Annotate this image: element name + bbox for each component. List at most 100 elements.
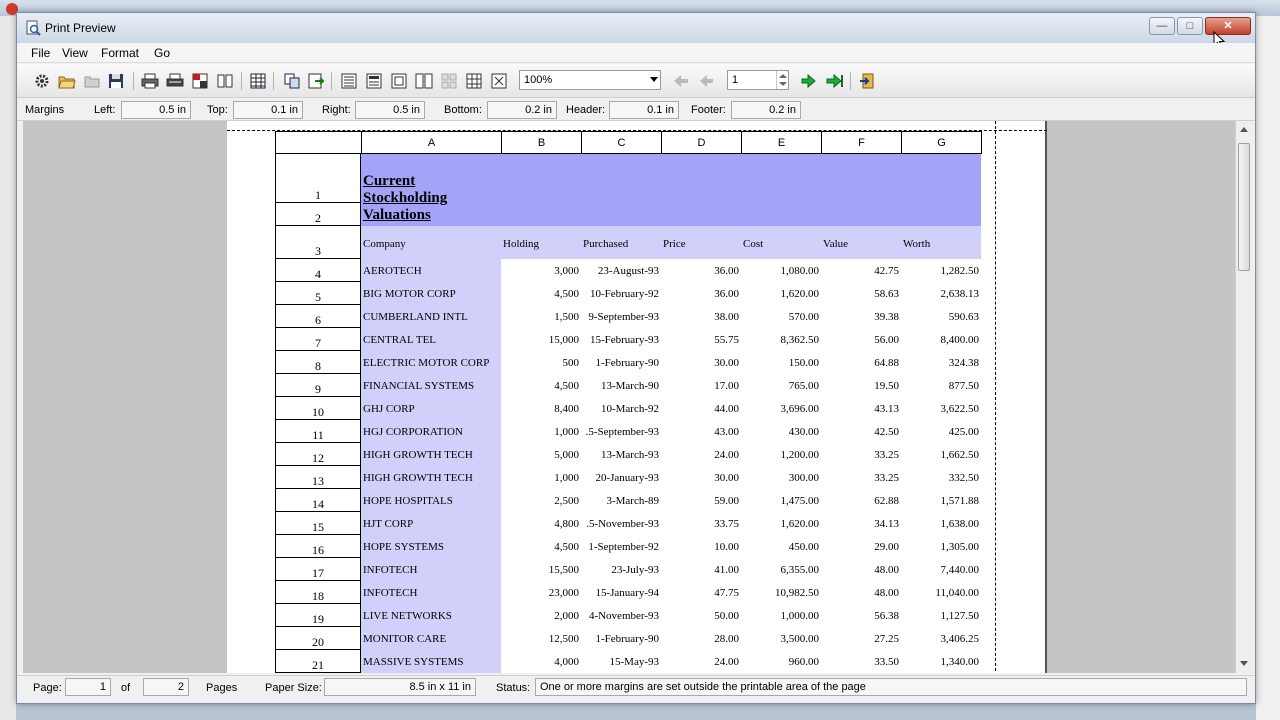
toolbar-separator <box>241 72 242 90</box>
folder-icon[interactable] <box>83 72 101 90</box>
fit-icon[interactable] <box>490 72 508 90</box>
top-margin-field[interactable]: 0.1 in <box>233 101 303 119</box>
window-title: Print Preview <box>45 21 116 35</box>
column-label-company: Company <box>363 238 406 250</box>
cell-holding: 4,500 <box>554 541 579 553</box>
print-setup-icon[interactable] <box>166 72 184 90</box>
open-icon[interactable] <box>58 72 76 90</box>
page-spinner[interactable] <box>776 71 788 89</box>
cell-value: 29.00 <box>874 541 899 553</box>
thumbnail-icon[interactable] <box>465 72 483 90</box>
spin-down-icon[interactable] <box>779 82 787 86</box>
cell-price: 24.00 <box>714 656 739 668</box>
exit-icon[interactable] <box>859 72 877 90</box>
cell-holding: 3,000 <box>554 265 579 277</box>
cell-company: FINANCIAL SYSTEMS <box>363 380 475 392</box>
print-icon[interactable] <box>141 72 159 90</box>
cell-company: MASSIVE SYSTEMS <box>363 656 464 668</box>
toolbar-separator <box>331 72 332 90</box>
cell-cost: 1,620.00 <box>780 288 820 300</box>
cell-company: BIG MOTOR CORP <box>363 288 456 300</box>
multi-page-icon[interactable] <box>440 72 458 90</box>
left-margin-field[interactable]: 0.5 in <box>121 101 191 119</box>
title-bar[interactable]: Print Preview — □ ✕ <box>17 13 1255 43</box>
header-margin-field[interactable]: 0.1 in <box>609 101 679 119</box>
prev-page-icon[interactable] <box>697 72 715 90</box>
last-page-icon[interactable] <box>825 72 843 90</box>
scrollbar-thumb[interactable] <box>1238 143 1250 271</box>
cell-holding: 1,000 <box>554 472 579 484</box>
preview-area[interactable]: Current Stockholding Valuations ABCDEFG 1… <box>23 121 1235 673</box>
cell-company: LIVE NETWORKS <box>363 610 452 622</box>
export-icon[interactable] <box>307 72 325 90</box>
vertical-scrollbar[interactable] <box>1235 121 1252 673</box>
first-page-icon[interactable] <box>672 72 690 90</box>
menu-view[interactable]: View <box>62 46 88 60</box>
cell-worth: 1,282.50 <box>940 265 980 277</box>
book-icon[interactable] <box>216 72 234 90</box>
cell-price: 50.00 <box>714 610 739 622</box>
cell-cost: 8,362.50 <box>780 334 820 346</box>
corner-header-cell <box>275 131 362 154</box>
column-label-value: Value <box>823 238 849 250</box>
right-margin-line[interactable] <box>995 121 996 673</box>
menu-format[interactable]: Format <box>101 46 139 60</box>
column-header-c: C <box>581 131 662 154</box>
cell-value: 33.50 <box>874 656 899 668</box>
cell-value: 27.25 <box>874 633 899 645</box>
toolbar: 100% 1 <box>17 64 1255 98</box>
footer-icon[interactable] <box>365 72 383 90</box>
status-bar: Page: 1 of 2 Pages Paper Size: 8.5 in x … <box>17 675 1255 699</box>
cell-purchased: .5-November-93 <box>586 518 659 530</box>
page-number-input[interactable]: 1 <box>727 70 789 90</box>
menu-file[interactable]: File <box>31 46 50 60</box>
right-margin-field[interactable]: 0.5 in <box>355 101 425 119</box>
scroll-down-icon[interactable] <box>1240 661 1248 666</box>
row-number-3: 3 <box>275 226 361 259</box>
chevron-down-icon[interactable] <box>650 77 658 82</box>
cell-cost: 450.00 <box>788 541 819 553</box>
cell-purchased: 1-February-90 <box>595 357 659 369</box>
footer-margin-label: Footer: <box>691 104 726 116</box>
background-app-left-panel <box>0 16 16 720</box>
cell-purchased: 1-September-92 <box>588 541 659 553</box>
cell-purchased: 20-January-93 <box>595 472 659 484</box>
spin-up-icon[interactable] <box>779 74 787 78</box>
cell-holding: 23,000 <box>548 587 579 599</box>
margins-label: Margins <box>25 104 65 116</box>
setup-icon[interactable] <box>33 72 51 90</box>
pdf-icon[interactable] <box>191 72 209 90</box>
cell-price: 24.00 <box>714 449 739 461</box>
menu-go[interactable]: Go <box>154 46 170 60</box>
cell-worth: 7,440.00 <box>940 564 980 576</box>
column-label-worth: Worth <box>903 238 931 250</box>
grid-icon[interactable] <box>249 72 267 90</box>
column-header-d: D <box>661 131 742 154</box>
minimize-button[interactable]: — <box>1149 17 1175 35</box>
maximize-button[interactable]: □ <box>1177 17 1203 35</box>
copy-icon[interactable] <box>283 72 301 90</box>
current-page-field[interactable]: 1 <box>65 678 111 696</box>
row-number-1: 1 <box>275 154 361 203</box>
cell-value: 33.25 <box>874 472 899 484</box>
cell-price: 30.00 <box>714 357 739 369</box>
zoom-select[interactable]: 100% <box>519 70 661 90</box>
row-number-9: 9 <box>275 374 361 397</box>
footer-margin-field[interactable]: 0.2 in <box>731 101 801 119</box>
row-number-13: 13 <box>275 466 361 489</box>
cell-purchased: 23-July-93 <box>611 564 659 576</box>
row-number-21: 21 <box>275 650 361 673</box>
cell-value: 48.00 <box>874 564 899 576</box>
two-page-icon[interactable] <box>415 72 433 90</box>
cell-cost: 960.00 <box>788 656 819 668</box>
page-icon[interactable] <box>390 72 408 90</box>
header-icon[interactable] <box>340 72 358 90</box>
cell-holding: 1,000 <box>554 426 579 438</box>
scroll-up-icon[interactable] <box>1240 127 1248 132</box>
next-page-icon[interactable] <box>800 72 818 90</box>
close-button[interactable]: ✕ <box>1205 17 1251 35</box>
bottom-margin-field[interactable]: 0.2 in <box>487 101 557 119</box>
cell-cost: 1,475.00 <box>780 495 820 507</box>
cell-value: 43.13 <box>874 403 899 415</box>
save-icon[interactable] <box>107 72 125 90</box>
